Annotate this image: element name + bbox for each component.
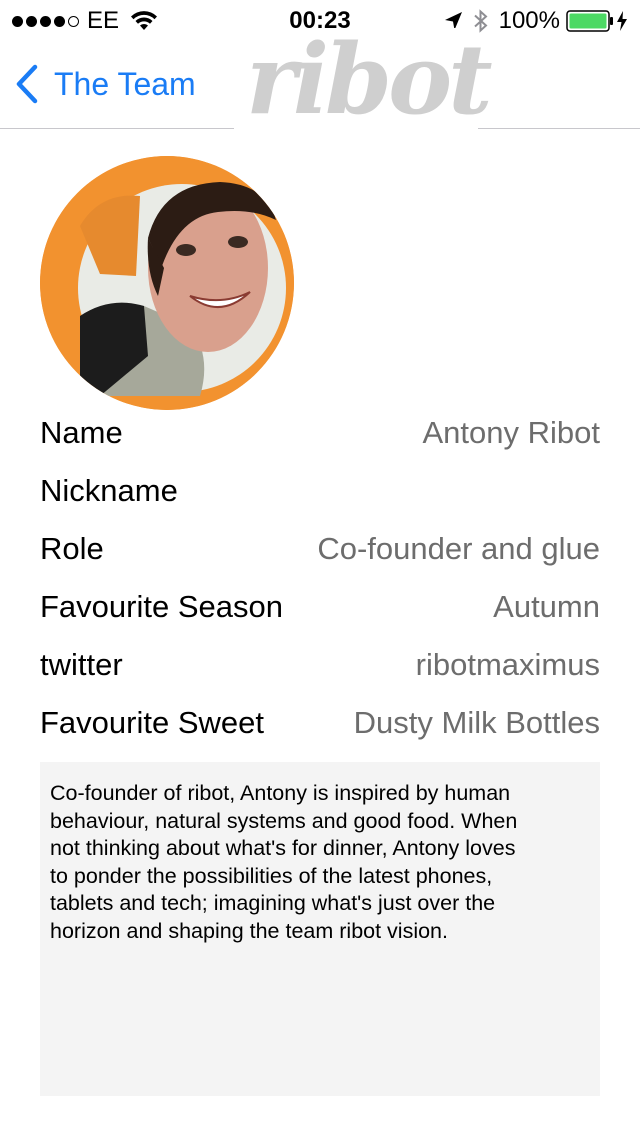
avatar-photo [40, 156, 294, 410]
detail-value: Dusty Milk Bottles [353, 705, 600, 740]
detail-row-twitter: twitter ribotmaximus [40, 637, 600, 695]
back-button[interactable]: The Team [14, 62, 196, 106]
detail-label: Name [40, 415, 123, 450]
bio-text-box[interactable]: Co-founder of ribot, Antony is inspired … [40, 762, 600, 1096]
detail-label: Favourite Sweet [40, 705, 264, 740]
detail-value: Autumn [493, 589, 600, 624]
avatar [40, 156, 294, 410]
ribot-logo: ribot [234, 28, 493, 144]
detail-label: Favourite Season [40, 589, 283, 624]
detail-row-favourite-sweet: Favourite Sweet Dusty Milk Bottles [40, 695, 600, 753]
detail-value: ribotmaximus [415, 647, 600, 682]
profile-details: Name Antony Ribot Nickname Role Co-found… [40, 405, 600, 753]
detail-row-favourite-season: Favourite Season Autumn [40, 579, 600, 637]
detail-value: Co-founder and glue [317, 531, 600, 566]
bio-text: Co-founder of ribot, Antony is inspired … [50, 781, 518, 943]
detail-row-role: Role Co-founder and glue [40, 521, 600, 579]
chevron-left-icon [16, 64, 38, 104]
detail-label: Role [40, 531, 104, 566]
logo-text: ribot [246, 23, 493, 136]
navigation-bar: The Team ribot [0, 28, 640, 144]
detail-label: Nickname [40, 473, 178, 508]
battery-icon [566, 10, 613, 32]
detail-label: twitter [40, 647, 123, 682]
battery-percent: 100% [498, 7, 560, 34]
detail-row-name: Name Antony Ribot [40, 405, 600, 463]
back-button-label: The Team [54, 65, 196, 102]
detail-value: Antony Ribot [422, 415, 601, 450]
charging-bolt-icon [617, 11, 627, 31]
detail-row-nickname: Nickname [40, 463, 600, 521]
